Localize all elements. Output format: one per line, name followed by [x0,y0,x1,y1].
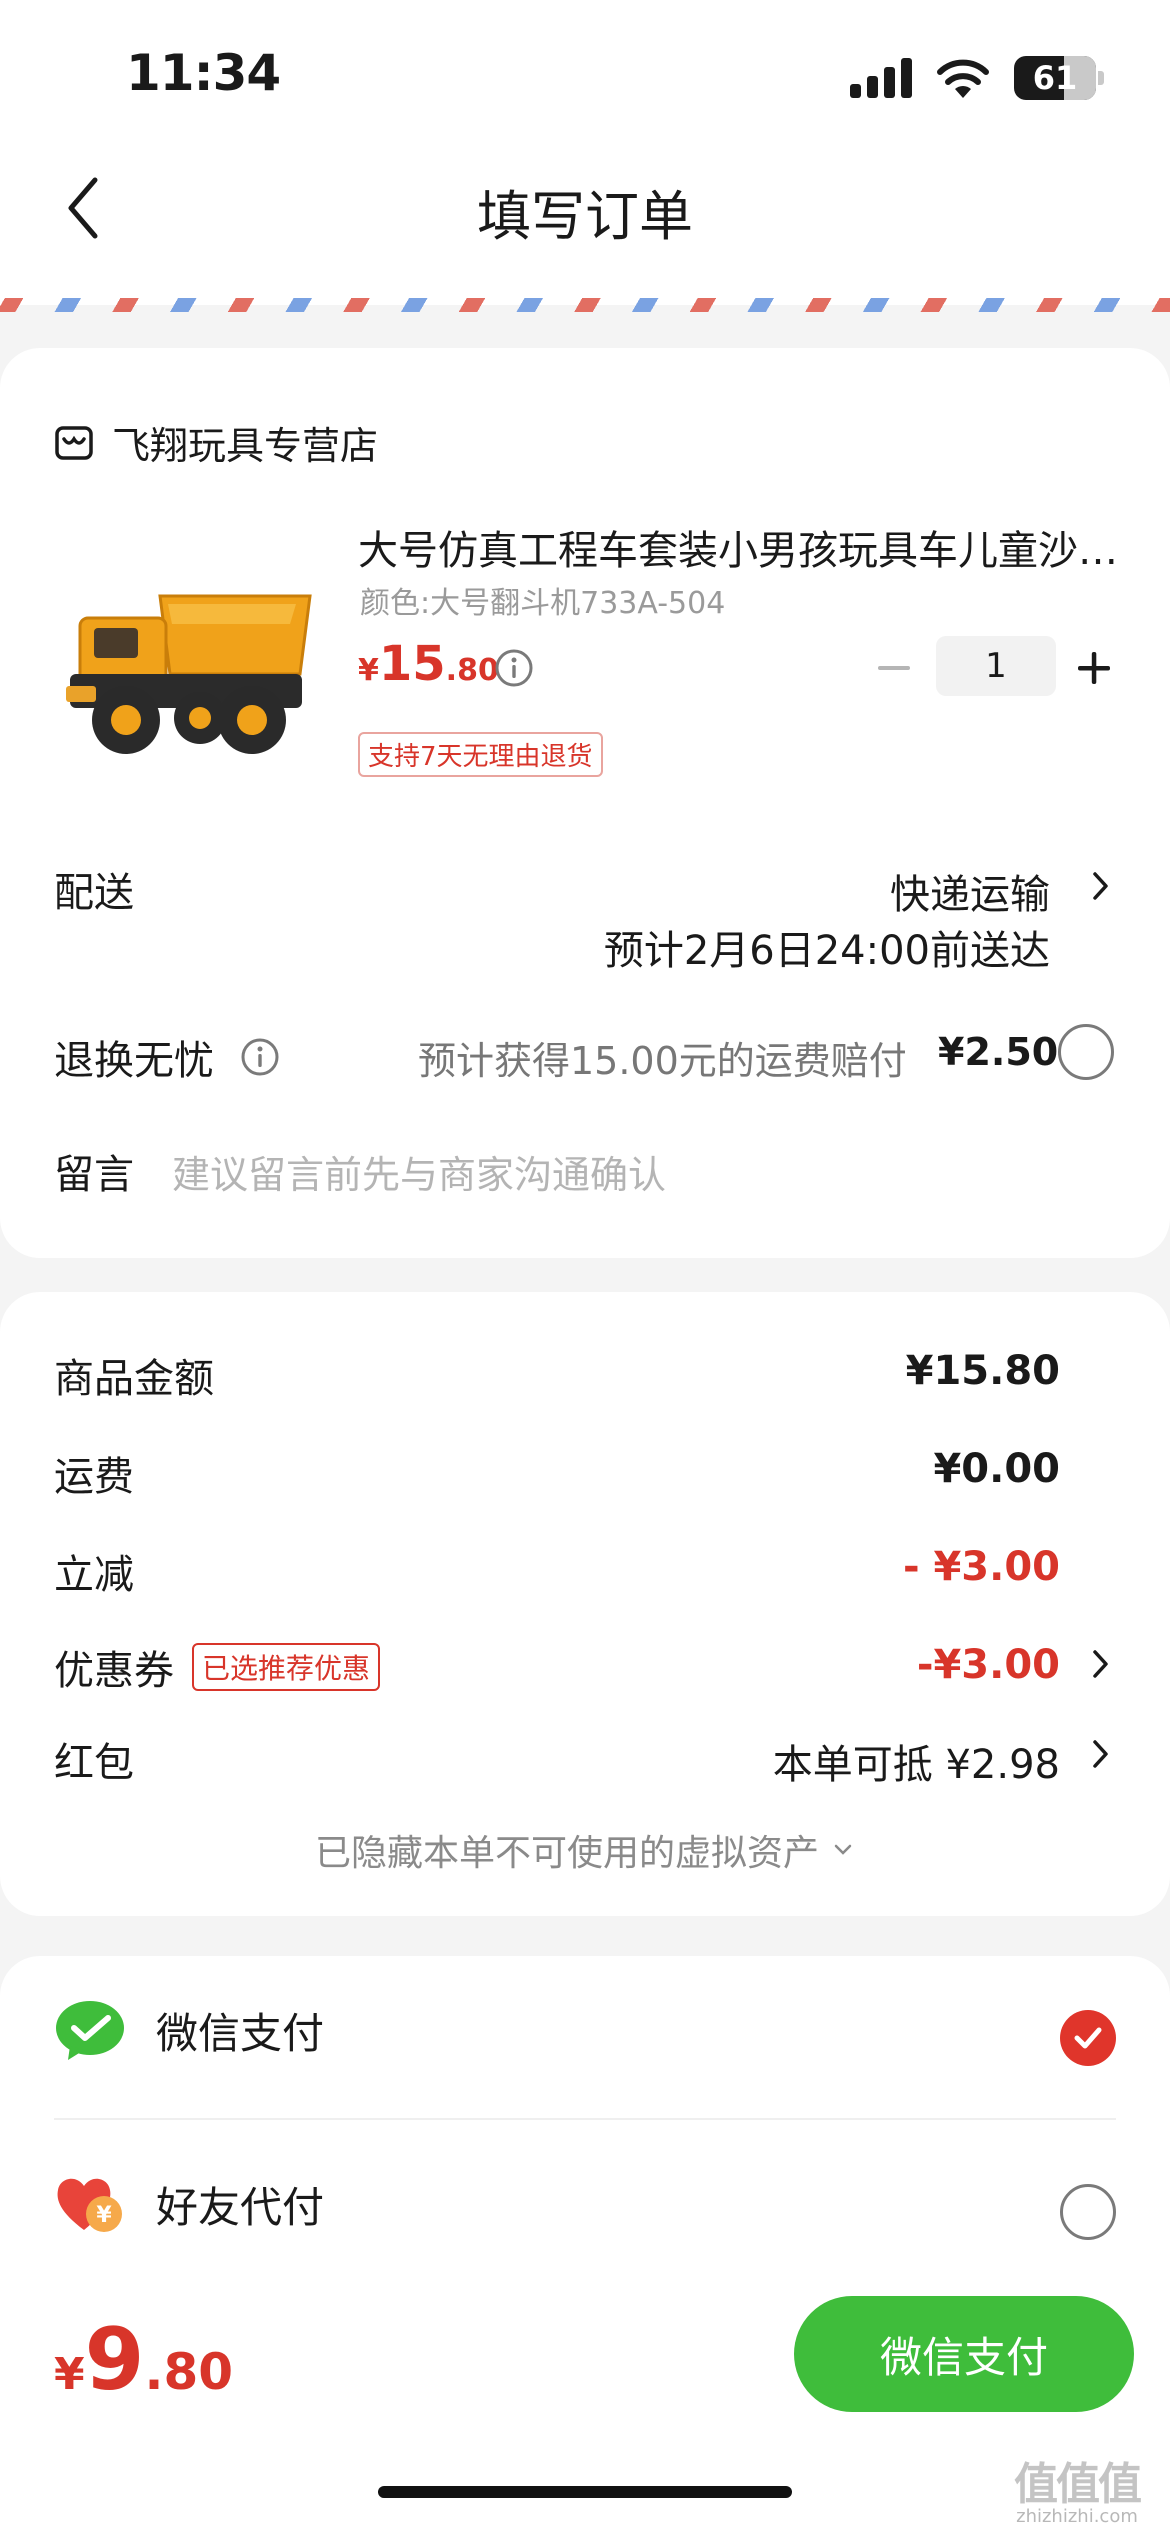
delivery-label: 配送 [54,870,134,916]
hidden-assets-toggle[interactable]: 已隐藏本单不可使用的虚拟资产 [0,1824,1170,1876]
total-integer: 9 [84,2310,145,2410]
wechat-pay-option[interactable]: 微信支付 [54,1998,324,2062]
watermark: 值值值 zhizhizhi.com [1014,2448,1142,2527]
store-icon [55,425,93,460]
svg-text:¥: ¥ [96,2203,112,2228]
total-symbol: ¥ [54,2349,85,2400]
wifi-icon [937,59,989,98]
plus-icon [1078,652,1110,684]
return-insurance-price: ¥2.50 [938,1030,1059,1074]
store-row[interactable]: 飞翔玩具专营店 [54,415,378,470]
coupon-label: 优惠券 [54,1648,174,1694]
watermark-url: zhizhizhi.com [1016,2506,1138,2527]
delivery-eta: 预计2月6日24:00前送达 [603,928,1050,974]
redpacket-value[interactable]: 本单可抵 ¥2.98 [700,1732,1060,1790]
info-icon[interactable] [240,1037,280,1077]
product-variant[interactable]: 颜色:大号翻斗机733A-504 [360,578,725,622]
checkmark-icon [1074,2027,1102,2049]
quantity-decrease-button[interactable] [870,650,918,686]
redpacket-chevron[interactable] [1090,1736,1112,1776]
goods-amount-label: 商品金额 [54,1356,214,1402]
status-time: 11:34 [126,44,281,102]
watermark-logo: 值值值 [1014,2459,1142,2510]
home-indicator[interactable] [378,2486,792,2498]
info-icon [495,649,533,687]
chevron-right-icon [1093,872,1108,900]
airmail-stripe [0,298,1170,312]
redpacket-label: 红包 [54,1740,134,1786]
wechat-pay-radio[interactable] [1060,2010,1116,2066]
friend-pay-label: 好友代付 [156,2182,325,2232]
friend-pay-radio[interactable] [1060,2184,1116,2240]
price-decimal: .80 [445,653,499,688]
quantity-increase-button[interactable] [1070,644,1118,692]
pay-button[interactable]: 微信支付 [794,2296,1134,2412]
total-price: ¥ 9 .80 [54,2310,233,2410]
discount-value: - ¥3.00 [902,1544,1060,1590]
coupon-chevron[interactable] [1090,1646,1112,1686]
return-insurance-label: 退换无忧 [54,1038,214,1084]
battery-level: 61 [1032,59,1078,97]
discount-label: 立减 [54,1552,134,1598]
order-card [0,348,1170,1258]
battery-icon: 61 [1014,56,1096,100]
cellular-signal-icon [850,58,912,98]
goods-amount-value: ¥15.80 [905,1348,1060,1394]
store-name: 飞翔玩具专营店 [112,424,379,468]
return-insurance-description: 预计获得15.00元的运费赔付 [418,1039,907,1083]
chevron-right-icon [1093,1650,1108,1678]
total-decimal: .80 [144,2343,234,2401]
wechat-pay-icon [56,2001,124,2060]
return-insurance-radio[interactable] [1058,1024,1114,1080]
chevron-down-icon [834,1844,852,1855]
return-policy-badge: 支持7天无理由退货 [358,732,603,777]
product-image[interactable] [60,578,320,768]
quantity-input[interactable]: 1 [936,636,1056,696]
hidden-assets-text: 已隐藏本单不可使用的虚拟资产 [314,1833,819,1874]
coupon-row[interactable]: 优惠券 已选推荐优惠 [54,1638,381,1696]
message-label: 留言 [54,1152,134,1198]
coupon-badge: 已选推荐优惠 [192,1643,381,1691]
friend-pay-option[interactable]: ¥ 好友代付 [54,2172,324,2236]
price-integer: 15 [378,636,446,692]
message-input[interactable]: 建议留言前先与商家沟通确认 [172,1144,666,1199]
product-title[interactable]: 大号仿真工程车套装小男孩玩具车儿童沙… [358,518,1118,576]
product-price: ¥ 15 .80 [358,636,499,692]
price-info-button[interactable] [494,648,534,692]
dump-truck-toy-icon [66,594,312,754]
page-title: 填写订单 [477,185,693,248]
status-indicators: 61 [850,56,1104,100]
shipping-value: ¥0.00 [933,1446,1060,1492]
shipping-label: 运费 [54,1454,134,1500]
wechat-pay-label: 微信支付 [156,2008,325,2058]
coupon-value[interactable]: -¥3.00 [760,1642,1060,1688]
chevron-right-icon [1093,1740,1108,1768]
delivery-chevron[interactable] [1090,868,1112,908]
friend-pay-heart-icon: ¥ [57,2178,122,2232]
payment-divider [54,2118,1116,2120]
minus-icon [878,666,910,670]
delivery-method[interactable]: 快递运输 [700,862,1050,920]
return-insurance-row: 退换无忧 [54,1028,280,1086]
price-symbol: ¥ [358,653,379,688]
